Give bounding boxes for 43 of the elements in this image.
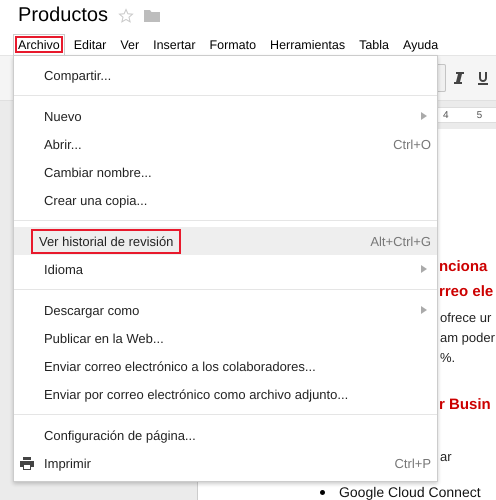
shortcut-text: Ctrl+P — [394, 456, 431, 470]
menu-item[interactable]: Descargar como — [14, 296, 437, 324]
document-title[interactable]: Productos — [18, 4, 108, 27]
menu-item[interactable]: Crear una copia... — [14, 186, 437, 214]
menu-item[interactable]: Idioma — [14, 255, 437, 283]
menu-tab[interactable]: Herramientas — [265, 34, 350, 55]
heading-text: r Busin — [439, 395, 491, 415]
heading-text: rreo ele — [439, 282, 494, 302]
italic-icon[interactable] — [454, 72, 464, 84]
menu-item[interactable]: Enviar por correo electrónico como archivo adjunto... — [14, 380, 437, 408]
body-text: ofrece ur — [440, 309, 492, 327]
underline-icon[interactable] — [478, 72, 488, 84]
menu-item[interactable]: Configuración de página... — [14, 421, 437, 449]
menu-tab[interactable]: Archivo — [13, 34, 65, 55]
body-text: am poder — [440, 329, 495, 347]
menu-tab[interactable]: Formato — [204, 34, 262, 55]
shortcut-text: Alt+Ctrl+G — [370, 234, 431, 248]
menu-tab[interactable]: Tabla — [354, 34, 394, 55]
menu-tab[interactable]: Editar — [68, 34, 112, 55]
star-icon[interactable] — [118, 8, 134, 24]
menu-tab[interactable]: Ayuda — [398, 34, 444, 55]
shortcut-text: Ctrl+O — [393, 136, 431, 152]
menu-item[interactable]: Enviar correo electrónico a los colaboradores... — [14, 352, 437, 380]
menu-item[interactable]: Abrir... Ctrl+O — [14, 130, 437, 158]
menu-item[interactable]: Nuevo — [14, 102, 437, 130]
body-text: %. — [440, 349, 456, 367]
menu-tab[interactable]: Insertar — [148, 34, 200, 55]
list-item-text: Google Cloud Connect — [339, 483, 481, 500]
printer-icon — [20, 456, 34, 470]
menu-tab[interactable]: Ver — [115, 34, 144, 55]
submenu-arrow-icon — [421, 306, 427, 314]
ruler-number: 4 — [443, 110, 449, 120]
menu-item[interactable]: Ver historial de revisión Alt+Ctrl+G — [14, 227, 437, 255]
menu-item[interactable]: Compartir... — [14, 61, 437, 89]
menu-item[interactable]: Imprimir Ctrl+P — [14, 449, 437, 477]
menu-item[interactable]: Cambiar nombre... — [14, 158, 437, 186]
submenu-arrow-icon — [421, 265, 427, 273]
body-text: ar — [440, 448, 452, 466]
ruler-number: 5 — [476, 110, 482, 120]
heading-text: nciona — [439, 257, 488, 277]
submenu-arrow-icon — [421, 112, 427, 120]
bullet — [320, 490, 325, 494]
menu-item[interactable]: Publicar en la Web... — [14, 324, 437, 352]
